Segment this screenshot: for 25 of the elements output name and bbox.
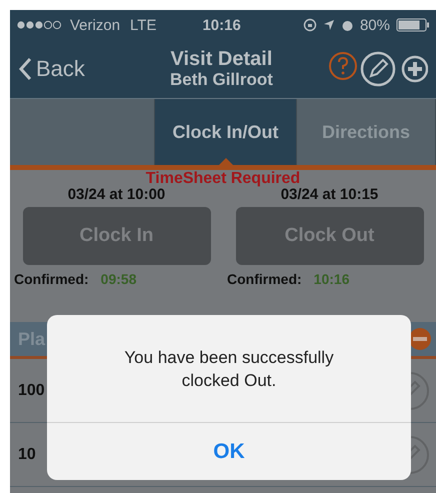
scheduled-time: 03/24 at 10:00	[68, 186, 166, 203]
clock-time: 10:16	[202, 16, 241, 34]
tab[interactable]: Clock In/Out	[155, 99, 297, 165]
battery-percent: 80%	[360, 16, 390, 34]
alert-message: You have been successfully clocked Out.	[47, 315, 411, 423]
row-text: 100	[18, 382, 45, 400]
timesheet-notice: TimeSheet Required	[146, 170, 300, 188]
back-button[interactable]: Back	[18, 56, 85, 82]
confirmed-time: 10:16	[314, 271, 350, 287]
page-title: Visit Detail	[170, 49, 272, 70]
client-name: Beth Gillroot	[170, 70, 273, 89]
confirmed-label: Confirmed:	[14, 271, 89, 287]
signal-icon	[16, 20, 64, 30]
scheduled-time: 03/24 at 10:15	[280, 186, 378, 203]
row-text: 10	[18, 446, 36, 464]
location-icon	[322, 19, 335, 31]
chevron-left-icon	[18, 57, 32, 81]
ok-button[interactable]: OK	[47, 423, 411, 480]
carrier-name: Verizon	[70, 16, 120, 34]
network-type: LTE	[130, 16, 156, 34]
battery-icon	[396, 18, 430, 32]
confirmed-label: Confirmed:	[227, 271, 302, 287]
confirmed-time: 09:58	[100, 271, 136, 287]
tab[interactable]: Directions	[297, 99, 436, 165]
edit-icon[interactable]	[360, 51, 396, 87]
